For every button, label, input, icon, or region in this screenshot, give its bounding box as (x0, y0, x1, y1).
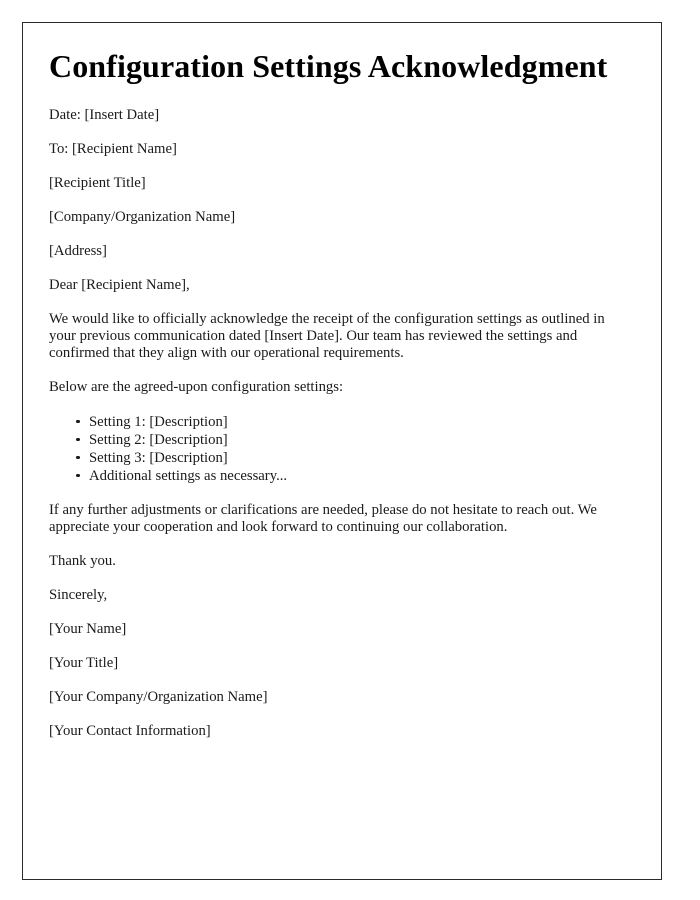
recipient-name-line: To: [Recipient Name] (49, 140, 177, 157)
list-item-label: Setting 1: [Description] (89, 413, 228, 430)
bullet-icon (76, 419, 80, 424)
page-title: Configuration Settings Acknowledgment (49, 48, 608, 84)
bullet-icon (76, 473, 80, 478)
sign-off: Sincerely, (49, 586, 108, 603)
closing-paragraph: If any further adjustments or clarificat… (49, 501, 597, 535)
signature-contact: [Your Contact Information] (49, 722, 211, 739)
bullet-icon (76, 455, 80, 460)
list-item: Setting 1: [Description] (49, 413, 635, 431)
list-item: Setting 3: [Description] (49, 449, 635, 467)
document-sheet: Configuration Settings Acknowledgment Da… (22, 22, 662, 880)
signature-company: [Your Company/Organization Name] (49, 688, 268, 705)
settings-list: Setting 1: [Description] Setting 2: [Des… (49, 413, 635, 485)
recipient-title-line: [Recipient Title] (49, 174, 146, 191)
list-item-label: Setting 2: [Description] (89, 431, 228, 448)
salutation: Dear [Recipient Name], (49, 276, 190, 293)
page-canvas: Configuration Settings Acknowledgment Da… (0, 0, 700, 900)
thanks-line: Thank you. (49, 552, 116, 569)
list-item: Additional settings as necessary... (49, 467, 635, 485)
bullet-icon (76, 437, 80, 442)
intro-paragraph: We would like to officially acknowledge … (49, 310, 605, 361)
list-intro: Below are the agreed-upon configuration … (49, 378, 344, 395)
list-item-label: Setting 3: [Description] (89, 449, 228, 466)
company-name-line: [Company/Organization Name] (49, 208, 236, 225)
list-item-label: Additional settings as necessary... (89, 467, 288, 484)
address-line: [Address] (49, 242, 107, 259)
document-body: Configuration Settings Acknowledgment Da… (23, 23, 661, 740)
list-item: Setting 2: [Description] (49, 431, 635, 449)
date-line: Date: [Insert Date] (49, 106, 160, 123)
signature-name: [Your Name] (49, 620, 127, 637)
signature-title: [Your Title] (49, 654, 119, 671)
